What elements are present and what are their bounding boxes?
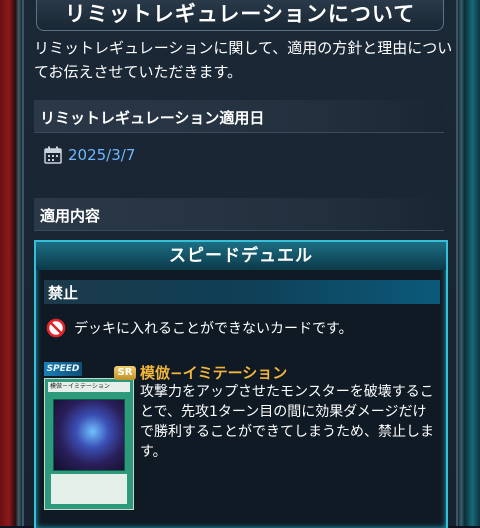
contents-heading-label: 適用内容 (40, 207, 101, 225)
card-art (53, 399, 125, 471)
contents-heading: 適用内容 (34, 198, 444, 231)
left-frame (0, 0, 22, 526)
card-name[interactable]: 模倣−イミテーション (140, 362, 287, 383)
intro-text: リミットレギュレーションに関して、適用の方針と理由についてお伝えさせていただきま… (34, 39, 453, 81)
card-image-name: 模倣－イミテーション (48, 382, 130, 392)
forbidden-desc: デッキに入れることができないカードです。 (74, 321, 353, 337)
card-frame: 模倣－イミテーション (44, 378, 134, 510)
page-title: リミットレギュレーションについて (64, 2, 416, 26)
prohibited-icon (46, 318, 66, 338)
title-bar: リミットレギュレーションについて (36, 0, 444, 31)
apply-date: 2025/3/7 (68, 146, 136, 164)
card-reason: 攻撃力をアップさせたモンスターを破壊することで、先攻1ターン目の間に効果ダメージ… (140, 384, 434, 460)
forbidden-desc-row: デッキに入れることができないカードです。 (46, 318, 353, 338)
speed-duel-header: スピードデュエル (36, 242, 446, 270)
speed-duel-title: スピードデュエル (169, 246, 313, 266)
calendar-icon (44, 146, 62, 164)
rarity-badge: SR (114, 366, 136, 380)
card-image[interactable]: SPEED 模倣－イミテーション (44, 362, 140, 528)
apply-date-heading-label: リミットレギュレーション適用日 (40, 109, 265, 127)
forbidden-bar: 禁止 (44, 280, 440, 304)
forbidden-label: 禁止 (48, 284, 79, 302)
apply-date-row: 2025/3/7 (44, 144, 135, 166)
speed-tag: SPEED (44, 362, 82, 376)
apply-date-heading: リミットレギュレーション適用日 (34, 100, 444, 133)
speed-duel-section: スピードデュエル 禁止 デッキに入れることができないカードです。 SPEED 模… (34, 240, 448, 528)
right-frame (458, 0, 480, 526)
card-text-box (51, 474, 127, 504)
